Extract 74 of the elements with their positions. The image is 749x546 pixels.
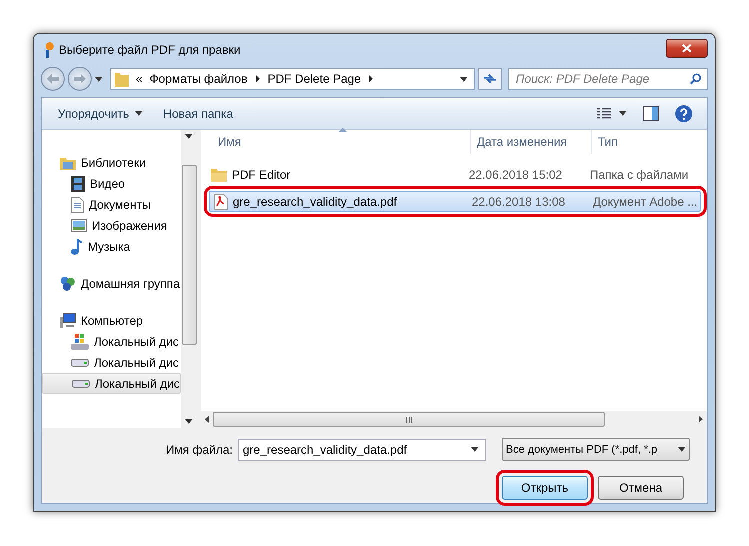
window-title: Выберите файл PDF для правки <box>59 43 242 57</box>
forward-button[interactable] <box>68 67 92 91</box>
caret-icon <box>135 111 144 116</box>
file-name: PDF Editor <box>232 168 291 182</box>
caret-icon <box>678 447 686 452</box>
file-row[interactable]: gre_research_validity_data.pdf 22.06.2018 13:08 Документ Adobe ... <box>209 191 701 212</box>
preview-pane-icon <box>643 106 659 121</box>
help-icon <box>675 104 693 122</box>
file-date: 22.06.2018 15:02 <box>469 168 564 182</box>
breadcrumb[interactable]: PDF Delete Page <box>268 72 362 86</box>
new-folder-button[interactable]: Новая папка <box>155 102 242 124</box>
close-button[interactable] <box>666 38 708 58</box>
nav-item[interactable]: Домашняя группа <box>42 273 181 294</box>
vertical-scrollbar[interactable] <box>181 130 197 428</box>
breadcrumb-overflow[interactable]: « <box>136 72 143 86</box>
refresh-button[interactable] <box>478 68 502 90</box>
computer-icon <box>60 313 76 328</box>
scroll-right-icon <box>699 416 703 423</box>
file-date: 22.06.2018 13:08 <box>472 194 566 208</box>
column-header[interactable]: Тип <box>592 130 707 154</box>
drive-icon <box>72 380 90 388</box>
image-icon <box>71 219 87 232</box>
sort-arrow-icon <box>339 128 347 132</box>
grip-icon <box>406 416 412 422</box>
refresh-arrows-icon <box>483 73 497 85</box>
music-note-icon <box>71 238 83 254</box>
breadcrumb[interactable]: Форматы файлов <box>150 72 248 86</box>
nav-item[interactable]: Музыка <box>42 236 181 257</box>
drive-icon <box>71 358 89 366</box>
app-icon <box>43 42 54 58</box>
file-name: gre_research_validity_data.pdf <box>233 194 398 208</box>
system-drive-icon <box>71 334 89 350</box>
nav-item[interactable]: Библиотеки <box>42 152 181 173</box>
scroll-down-icon <box>185 419 193 424</box>
file-type: Документ Adobe ... <box>593 194 699 208</box>
scroll-left-icon <box>205 416 209 423</box>
forward-arrow-icon <box>74 74 86 84</box>
search-field[interactable]: Поиск: PDF Delete Page <box>508 68 708 90</box>
back-button[interactable] <box>41 67 65 91</box>
caret-icon <box>460 76 468 82</box>
column-header[interactable]: Дата изменения <box>471 130 592 154</box>
folder-icon <box>115 71 129 87</box>
folder-icon <box>211 168 227 182</box>
dialog-button[interactable]: Открыть <box>502 476 588 500</box>
library-folder-icon <box>60 156 76 170</box>
close-icon <box>682 44 692 52</box>
history-caret-icon <box>95 76 103 82</box>
nav-item[interactable]: Локальный дис <box>42 373 181 394</box>
filename-label: Имя файла: <box>166 442 233 456</box>
file-row[interactable]: PDF Editor 22.06.2018 15:02 Папка с файлами <box>207 164 699 185</box>
nav-item[interactable]: Изображения <box>42 215 181 236</box>
organize-button[interactable]: Упорядочить <box>50 102 152 124</box>
document-icon <box>71 196 84 212</box>
nav-item[interactable]: Документы <box>42 194 181 215</box>
filename-field[interactable]: gre_research_validity_data.pdf <box>238 438 486 460</box>
caret-icon <box>619 111 627 116</box>
search-icon <box>690 73 702 85</box>
back-arrow-icon <box>47 74 59 84</box>
nav-item[interactable]: Локальный дис <box>42 331 181 352</box>
chevron-icon <box>254 75 261 83</box>
nav-item[interactable]: Видео <box>42 173 181 194</box>
homegroup-icon <box>60 276 76 292</box>
nav-item[interactable]: Локальный дис <box>42 352 181 373</box>
pdf-file-icon <box>214 194 228 210</box>
nav-item[interactable]: Компьютер <box>42 310 181 331</box>
file-type: Папка с файлами <box>590 168 690 182</box>
film-icon <box>71 176 85 192</box>
file-type-dropdown[interactable]: Все документы PDF (*.pdf, *.p <box>502 438 690 461</box>
caret-icon <box>471 447 479 452</box>
chevron-icon <box>368 75 374 83</box>
address-bar[interactable]: « Форматы файлов PDF Delete Page <box>110 68 475 90</box>
list-view-icon <box>597 108 611 120</box>
horizontal-scrollbar[interactable] <box>201 411 707 428</box>
dialog-button[interactable]: Отмена <box>598 476 684 500</box>
